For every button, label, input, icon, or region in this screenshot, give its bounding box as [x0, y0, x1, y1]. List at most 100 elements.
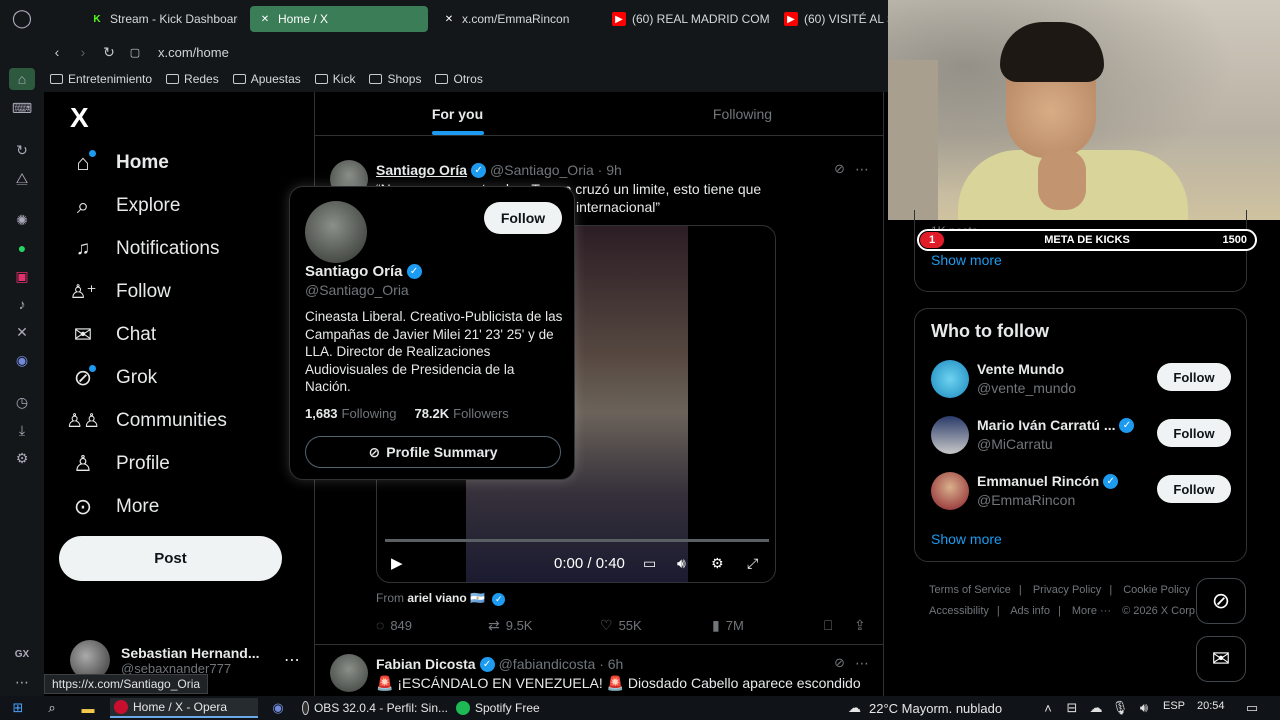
- follow-button[interactable]: Follow: [1157, 419, 1231, 447]
- following-stat[interactable]: 1,683 Following: [305, 406, 396, 421]
- footer-link[interactable]: Terms of Service: [929, 584, 1011, 596]
- volume-icon[interactable]: 🔊︎: [677, 555, 686, 572]
- profile-handle[interactable]: @Santiago_Oria: [305, 282, 409, 298]
- tab-youtube-1[interactable]: ▶ (60) REAL MADRID COM: [604, 6, 770, 32]
- refresh-speed-icon[interactable]: ↻: [12, 140, 32, 160]
- nav-profile[interactable]: ♙ Profile: [70, 447, 170, 481]
- whatsapp-icon[interactable]: ●: [12, 238, 32, 258]
- author-handle[interactable]: @Santiago_Oria · 9h: [490, 162, 622, 178]
- post[interactable]: Fabian Dicosta ✓ @fabiandicosta · 6h ⊘ ⋯…: [315, 652, 883, 696]
- bookmark-folder[interactable]: Redes: [166, 72, 219, 86]
- author-handle[interactable]: @fabiandicosta · 6h: [499, 656, 624, 672]
- author-name[interactable]: Fabian Dicosta: [376, 656, 476, 672]
- followers-stat[interactable]: 78.2K Followers: [414, 406, 508, 421]
- more-dots-icon[interactable]: ⋯: [12, 672, 32, 692]
- reply-button[interactable]: ◌ 849: [376, 617, 412, 633]
- site-info-icon[interactable]: ▢: [122, 46, 148, 59]
- nav-notifications[interactable]: ♫ Notifications: [70, 232, 220, 266]
- forward-icon[interactable]: ›: [70, 44, 96, 60]
- gamepad-icon[interactable]: ⌨: [12, 98, 32, 118]
- chevron-up-icon[interactable]: ˄: [1040, 700, 1056, 716]
- avatar[interactable]: [330, 654, 368, 692]
- footer-link[interactable]: Ads info: [1010, 605, 1050, 617]
- show-more-link[interactable]: Show more: [931, 252, 1002, 268]
- notifications-icon[interactable]: ▭: [1244, 700, 1260, 716]
- grok-float-button[interactable]: ⊘: [1196, 578, 1246, 624]
- taskbar-app-obs[interactable]: OBS 32.0.4 - Perfil: Sin...: [298, 698, 448, 718]
- tab-for-you[interactable]: For you: [315, 92, 600, 135]
- suggested-account[interactable]: Mario Iván Carratú ... ✓ @MiCarratu Follo…: [931, 415, 1231, 455]
- nav-follow[interactable]: ♙⁺ Follow: [69, 275, 170, 309]
- network-icon[interactable]: ⊟: [1064, 700, 1080, 716]
- settings-gear-icon[interactable]: ⚙: [711, 555, 724, 572]
- post-more-icon[interactable]: ⋯: [855, 161, 869, 178]
- play-icon[interactable]: ▶: [391, 554, 403, 572]
- grok-explain-icon[interactable]: ⊘: [834, 161, 845, 177]
- follow-button[interactable]: Follow: [1157, 363, 1231, 391]
- bookmark-folder[interactable]: Entretenimiento: [50, 72, 152, 86]
- x-sidebar-icon[interactable]: ✕: [12, 322, 32, 342]
- nav-home[interactable]: ⌂ Home: [70, 146, 169, 180]
- bookmark-folder[interactable]: Apuestas: [232, 72, 301, 86]
- views-button[interactable]: ▮ 7M: [712, 617, 744, 634]
- grok-explain-icon[interactable]: ⊘: [834, 655, 845, 671]
- history-icon[interactable]: ◷: [12, 392, 32, 412]
- post-button[interactable]: Post: [59, 536, 282, 581]
- more-dots-icon[interactable]: ⋯: [284, 650, 300, 670]
- tab-following[interactable]: Following: [600, 92, 883, 135]
- show-more-link[interactable]: Show more: [931, 531, 1002, 547]
- bookmark-folder[interactable]: Kick: [314, 72, 355, 86]
- home-speed-dial-icon[interactable]: ⌂: [9, 68, 35, 90]
- follow-button[interactable]: Follow: [1157, 475, 1231, 503]
- back-icon[interactable]: ‹: [44, 44, 70, 60]
- share-button[interactable]: ⇪: [854, 617, 872, 634]
- microphone-icon[interactable]: 🎙︎: [1112, 700, 1129, 716]
- avatar[interactable]: [305, 201, 367, 263]
- tab-kick-dashboard[interactable]: K Stream - Kick Dashboard: [82, 6, 238, 32]
- tab-youtube-2[interactable]: ▶ (60) VISITÉ AL S: [776, 6, 888, 32]
- nav-chat[interactable]: ✉ Chat: [70, 318, 156, 352]
- footer-link[interactable]: Cookie Policy: [1123, 584, 1190, 596]
- discord-icon[interactable]: ◉: [270, 700, 286, 716]
- bookmark-button[interactable]: ⎕: [824, 617, 838, 634]
- post-more-icon[interactable]: ⋯: [855, 655, 869, 672]
- footer-link[interactable]: Privacy Policy: [1033, 584, 1101, 596]
- speaker-icon[interactable]: 🔊︎: [1136, 700, 1152, 716]
- file-explorer-icon[interactable]: ▬: [80, 700, 96, 716]
- bookmark-folder[interactable]: Otros: [435, 72, 483, 86]
- suggested-account[interactable]: Vente Mundo @vente_mundo Follow: [931, 359, 1231, 399]
- profile-summary-button[interactable]: ⊘ Profile Summary: [305, 436, 561, 468]
- taskbar-app-spotify[interactable]: Spotify Free: [452, 698, 562, 718]
- profile-name[interactable]: Santiago Oría ✓: [305, 263, 422, 280]
- opera-logo-icon[interactable]: ◯: [12, 8, 32, 28]
- cloud-sync-icon[interactable]: ☁: [1088, 700, 1104, 716]
- system-clock[interactable]: 20:54: [1197, 700, 1225, 712]
- weather-widget[interactable]: ☁ 22°C Mayorm. nublado: [848, 698, 1002, 718]
- repost-button[interactable]: ⇄ 9.5K: [488, 617, 532, 634]
- windows-start-icon[interactable]: ⊞: [10, 700, 26, 716]
- nav-communities[interactable]: ♙♙ Communities: [66, 404, 227, 438]
- messages-float-button[interactable]: ✉: [1196, 636, 1246, 682]
- suggested-account[interactable]: Emmanuel Rincón ✓ @EmmaRincon Follow: [931, 471, 1231, 511]
- fullscreen-icon[interactable]: ⤢: [747, 555, 758, 572]
- footer-link[interactable]: Accessibility: [929, 605, 989, 617]
- downloads-icon[interactable]: ⤓: [12, 420, 32, 440]
- nav-more[interactable]: ⊙ More: [70, 490, 160, 524]
- nav-grok[interactable]: ⊘ Grok: [70, 361, 157, 395]
- source-name[interactable]: ariel viano 🇦🇷: [407, 591, 485, 605]
- aria-icon[interactable]: ⧋: [12, 168, 32, 188]
- settings-icon[interactable]: ⚙: [12, 448, 32, 468]
- taskbar-app-opera[interactable]: Home / X - Opera: [110, 698, 258, 718]
- video-progress-bar[interactable]: [385, 539, 769, 542]
- bookmark-folder[interactable]: Shops: [369, 72, 421, 86]
- url-field[interactable]: x.com/home: [158, 45, 229, 60]
- x-logo[interactable]: X: [70, 102, 89, 134]
- search-icon[interactable]: ⌕: [44, 700, 60, 716]
- author-name[interactable]: Santiago Oría: [376, 162, 467, 178]
- tab-emmarincon[interactable]: ✕ x.com/EmmaRincon: [434, 6, 604, 32]
- instagram-icon[interactable]: ▣: [12, 266, 32, 286]
- input-language[interactable]: ESP: [1163, 700, 1185, 712]
- gx-icon[interactable]: GX: [12, 644, 32, 664]
- follow-button[interactable]: Follow: [484, 202, 562, 234]
- discord-icon[interactable]: ◉: [12, 350, 32, 370]
